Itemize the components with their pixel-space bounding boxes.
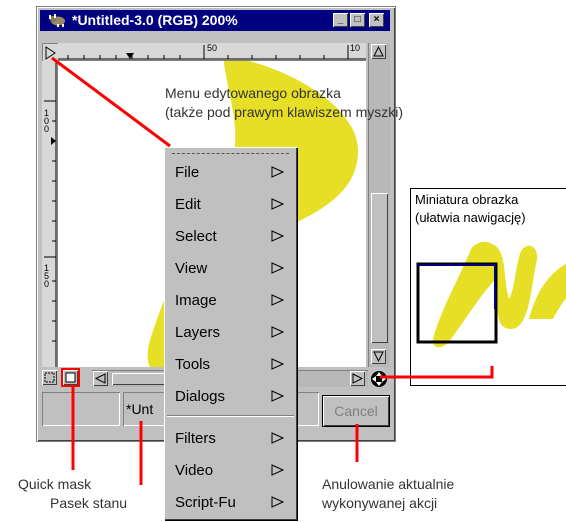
annotation-cancel: Anulowanie aktualnie wykonywanej akcji (322, 475, 454, 513)
annotation-menu: Menu edytowanego obrazka (także pod praw… (165, 84, 403, 122)
annotation-cancel-line1: Anulowanie aktualnie (322, 476, 455, 492)
annotation-lines (51, 56, 494, 485)
annotation-menu-line2: (także pod prawym klawiszem myszki) (165, 104, 404, 120)
annotation-menu-line1: Menu edytowanego obrazka (165, 85, 341, 101)
annotation-status-bar: Pasek stanu (50, 495, 128, 511)
annotation-cancel-line2: wykonywanej akcji (322, 495, 438, 511)
annotation-quick-mask: Quick mask (18, 476, 92, 492)
